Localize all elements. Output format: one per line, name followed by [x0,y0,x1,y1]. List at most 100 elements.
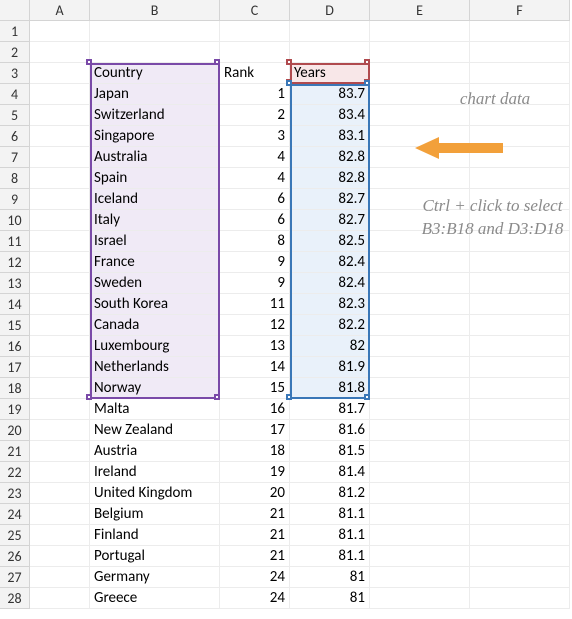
cell[interactable] [470,294,570,315]
cell-years[interactable]: 82.4 [290,273,370,294]
cell-rank[interactable]: 8 [220,231,290,252]
row-header[interactable]: 3 [0,63,30,84]
row-header[interactable]: 14 [0,294,30,315]
cell-country[interactable]: Spain [90,168,220,189]
cell-rank[interactable]: 18 [220,441,290,462]
row-header[interactable]: 11 [0,231,30,252]
cell[interactable] [470,63,570,84]
cell-years[interactable]: 82.4 [290,252,370,273]
selection-handle[interactable] [286,394,292,400]
selection-handle[interactable] [86,59,92,65]
cell[interactable] [30,546,90,567]
row-header[interactable]: 2 [0,42,30,63]
cell-country[interactable]: Portugal [90,546,220,567]
cell-country[interactable]: Canada [90,315,220,336]
select-all-corner[interactable] [0,0,30,21]
cell[interactable] [370,399,470,420]
row-header[interactable]: 27 [0,567,30,588]
row-header[interactable]: 23 [0,483,30,504]
column-header[interactable]: E [370,0,470,21]
cell-rank[interactable]: 20 [220,483,290,504]
cell-rank[interactable]: 2 [220,105,290,126]
cell-years[interactable]: 81.1 [290,546,370,567]
row-header[interactable]: 26 [0,546,30,567]
cell[interactable] [30,336,90,357]
cell-years[interactable]: 81 [290,567,370,588]
cell[interactable] [30,294,90,315]
cell-country[interactable]: Finland [90,525,220,546]
cell-years[interactable]: 82.8 [290,168,370,189]
cell-years[interactable]: 83.1 [290,126,370,147]
cell-rank[interactable]: Rank [220,63,290,84]
row-header[interactable]: 21 [0,441,30,462]
cell-rank[interactable]: 4 [220,147,290,168]
row-header[interactable]: 9 [0,189,30,210]
cell[interactable] [470,567,570,588]
cell-years[interactable]: 82 [290,336,370,357]
row-header[interactable]: 8 [0,168,30,189]
cell-country[interactable]: Australia [90,147,220,168]
cell-years[interactable]: 82.8 [290,147,370,168]
cell-years[interactable]: 83.4 [290,105,370,126]
cell[interactable] [30,168,90,189]
cell[interactable] [370,252,470,273]
cell-country[interactable]: Sweden [90,273,220,294]
cell-years[interactable]: 81.9 [290,357,370,378]
cell-rank[interactable]: 17 [220,420,290,441]
cell[interactable] [30,567,90,588]
cell-rank[interactable]: 1 [220,84,290,105]
cell-country[interactable]: Austria [90,441,220,462]
cell[interactable] [470,357,570,378]
cell[interactable] [470,42,570,63]
cell-country[interactable]: Malta [90,399,220,420]
cell-years[interactable]: 81.1 [290,504,370,525]
cell-rank[interactable]: 21 [220,546,290,567]
cell[interactable] [470,420,570,441]
cell[interactable] [30,126,90,147]
cell[interactable] [370,315,470,336]
row-header[interactable]: 12 [0,252,30,273]
selection-handle[interactable] [214,394,220,400]
cell-years[interactable] [290,21,370,42]
cell-country[interactable]: United Kingdom [90,483,220,504]
selection-handle[interactable] [364,80,370,86]
cell[interactable] [470,525,570,546]
cell[interactable] [30,231,90,252]
cell[interactable] [370,588,470,609]
cell[interactable] [30,315,90,336]
cell[interactable] [30,483,90,504]
cell-country[interactable]: Switzerland [90,105,220,126]
cell[interactable] [470,399,570,420]
column-header[interactable]: B [90,0,220,21]
cell-years[interactable]: 81.6 [290,420,370,441]
cell[interactable] [30,63,90,84]
cell-rank[interactable]: 15 [220,378,290,399]
cell[interactable] [370,378,470,399]
cell-country[interactable]: Israel [90,231,220,252]
cell-years[interactable]: 82.7 [290,189,370,210]
cell[interactable] [30,84,90,105]
cell[interactable] [470,483,570,504]
selection-handle[interactable] [214,59,220,65]
cell-rank[interactable]: 16 [220,399,290,420]
cell-country[interactable]: New Zealand [90,420,220,441]
row-header[interactable]: 10 [0,210,30,231]
cell-rank[interactable]: 11 [220,294,290,315]
row-header[interactable]: 20 [0,420,30,441]
cell[interactable] [370,420,470,441]
row-header[interactable]: 15 [0,315,30,336]
row-header[interactable]: 5 [0,105,30,126]
cell-rank[interactable]: 24 [220,567,290,588]
cell[interactable] [370,441,470,462]
row-header[interactable]: 7 [0,147,30,168]
cell-rank[interactable]: 3 [220,126,290,147]
cell[interactable] [470,462,570,483]
cell[interactable] [370,42,470,63]
cell-rank[interactable]: 14 [220,357,290,378]
cell-years[interactable]: 81.7 [290,399,370,420]
selection-handle[interactable] [86,394,92,400]
cell-country[interactable]: Norway [90,378,220,399]
cell-rank[interactable]: 9 [220,273,290,294]
cell[interactable] [370,357,470,378]
cell-rank[interactable]: 4 [220,168,290,189]
